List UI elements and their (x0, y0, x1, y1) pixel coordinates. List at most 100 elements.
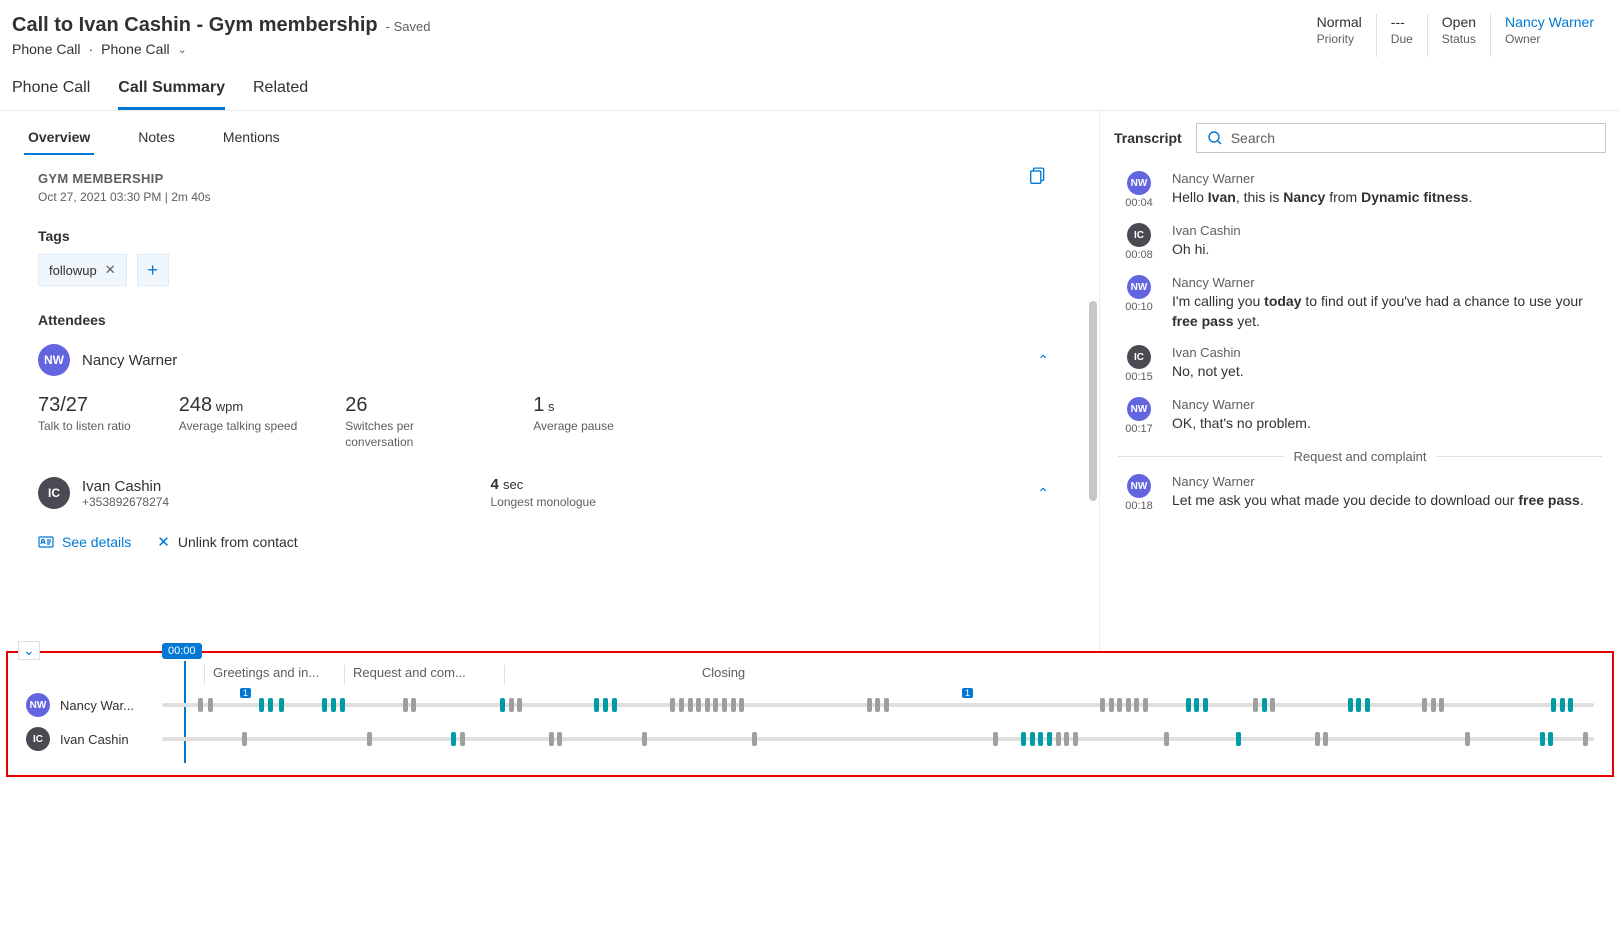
timeline-tick (688, 698, 693, 712)
message-text: Oh hi. (1172, 240, 1602, 260)
timeline-tick (198, 698, 203, 712)
transcript-message[interactable]: IC 00:15 Ivan Cashin No, not yet. (1118, 345, 1602, 383)
timeline-tick (1186, 698, 1191, 712)
transcript-message[interactable]: IC 00:08 Ivan Cashin Oh hi. (1118, 223, 1602, 261)
chevron-up-icon[interactable]: ⌃ (1037, 352, 1049, 369)
playhead-time: 00:00 (162, 643, 202, 659)
avatar: NW (1127, 397, 1151, 421)
see-details-link[interactable]: See details (38, 533, 131, 551)
timeline-tick (713, 698, 718, 712)
message-text: Hello Ivan, this is Nancy from Dynamic f… (1172, 188, 1602, 208)
timeline-tick (1465, 732, 1470, 746)
tab-call-summary[interactable]: Call Summary (118, 79, 225, 110)
timeline-tick (1030, 732, 1035, 746)
timeline-speaker: Ivan Cashin (60, 732, 152, 747)
timeline-row: IC Ivan Cashin (26, 727, 1594, 751)
speaker-name: Nancy Warner (1172, 474, 1602, 489)
timeline-tick (731, 698, 736, 712)
timeline-tick (867, 698, 872, 712)
timeline-tick (517, 698, 522, 712)
segment-labels: Greetings and in...Request and com...Clo… (204, 665, 1594, 685)
timestamp: 00:18 (1125, 500, 1153, 512)
timeline-tick (500, 698, 505, 712)
search-input[interactable]: Search (1196, 123, 1606, 153)
transcript-label: Transcript (1114, 130, 1182, 146)
message-text: Let me ask you what made you decide to d… (1172, 491, 1602, 511)
transcript-message[interactable]: NW 00:18 Nancy Warner Let me ask you wha… (1118, 474, 1602, 512)
chevron-down-icon[interactable]: ⌄ (18, 641, 40, 660)
timeline-tick (451, 732, 456, 746)
speaker-name: Nancy Warner (1172, 397, 1602, 412)
timeline-track[interactable]: 11 (162, 696, 1594, 714)
header-meta-status: OpenStatus (1427, 14, 1490, 57)
timeline-tick (1164, 732, 1169, 746)
attendee-phone: +353892678274 (82, 495, 169, 509)
unlink-contact-link[interactable]: ✕ Unlink from contact (157, 533, 297, 551)
speaker-name: Nancy Warner (1172, 275, 1602, 290)
call-datetime: Oct 27, 2021 03:30 PM | 2m 40s (38, 190, 1061, 204)
stat: 248 wpmAverage talking speed (179, 394, 298, 450)
chevron-up-icon[interactable]: ⌃ (1037, 485, 1049, 502)
saved-indicator: - Saved (386, 19, 431, 34)
segment-label: Closing (504, 665, 934, 685)
avatar: NW (1127, 474, 1151, 498)
tags-label: Tags (38, 228, 1061, 244)
stat: 73/27 Talk to listen ratio (38, 394, 131, 450)
avatar: NW (26, 693, 50, 717)
transcript-message[interactable]: NW 00:17 Nancy Warner OK, that's no prob… (1118, 397, 1602, 435)
playback-timeline: ⌄ 00:00 Greetings and in...Request and c… (6, 651, 1614, 777)
timeline-tick (1365, 698, 1370, 712)
timeline-tick (1253, 698, 1258, 712)
timeline-tick (612, 698, 617, 712)
message-text: No, not yet. (1172, 362, 1602, 382)
transcript-message[interactable]: NW 00:04 Nancy Warner Hello Ivan, this i… (1118, 171, 1602, 209)
stat: 1 sAverage pause (533, 394, 614, 450)
subtab-mentions[interactable]: Mentions (219, 121, 284, 155)
timeline-tick (1323, 732, 1328, 746)
timeline-tick (752, 732, 757, 746)
attendee-actions: See details ✕ Unlink from contact (38, 533, 1061, 551)
timeline-tick (705, 698, 710, 712)
timeline-tick (1356, 698, 1361, 712)
timeline-tick (1021, 732, 1026, 746)
timeline-marker[interactable]: 1 (962, 688, 973, 698)
timeline-tick (679, 698, 684, 712)
attendee-name: Nancy Warner (82, 352, 177, 369)
timeline-tick (279, 698, 284, 712)
speaker-name: Ivan Cashin (1172, 345, 1602, 360)
tags-row: followup✕ + (38, 254, 1061, 286)
timeline-tick (1056, 732, 1061, 746)
timeline-tick (367, 732, 372, 746)
breadcrumb[interactable]: Phone Call · Phone Call ⌄ (12, 41, 430, 57)
timeline-tick (1551, 698, 1556, 712)
timeline-tick (1064, 732, 1069, 746)
transcript-panel: Transcript Search NW 00:04 Nancy Warner … (1100, 111, 1620, 651)
tab-phone-call[interactable]: Phone Call (12, 79, 90, 110)
attendee-nancy: NW Nancy Warner ⌃ 73/27 Talk to listen r… (38, 344, 1061, 450)
header-meta: NormalPriority---DueOpenStatusNancy Warn… (1303, 14, 1608, 57)
chevron-down-icon[interactable]: ⌄ (178, 43, 187, 56)
attendee-ivan: IC Ivan Cashin +353892678274 4 sec Longe… (38, 476, 1061, 511)
subtab-notes[interactable]: Notes (134, 121, 179, 155)
timeline-tick (1117, 698, 1122, 712)
header-meta-due: ---Due (1376, 14, 1427, 57)
timeline-tick (1100, 698, 1105, 712)
copy-icon[interactable] (1029, 167, 1047, 185)
header-left: Call to Ivan Cashin - Gym membership - S… (12, 14, 430, 57)
timeline-tick (411, 698, 416, 712)
timeline-tick (1540, 732, 1545, 746)
transcript-message[interactable]: NW 00:10 Nancy Warner I'm calling you to… (1118, 275, 1602, 331)
header-meta-owner[interactable]: Nancy WarnerOwner (1490, 14, 1608, 57)
timeline-marker[interactable]: 1 (240, 688, 251, 698)
tab-related[interactable]: Related (253, 79, 308, 110)
timeline-tick (1315, 732, 1320, 746)
subtab-overview[interactable]: Overview (24, 121, 94, 155)
add-tag-button[interactable]: + (137, 254, 169, 286)
timeline-track[interactable] (162, 730, 1594, 748)
remove-tag-icon[interactable]: ✕ (105, 262, 116, 278)
message-text: I'm calling you today to find out if you… (1172, 292, 1602, 331)
tag-followup[interactable]: followup✕ (38, 254, 127, 286)
scrollbar-thumb[interactable] (1089, 301, 1097, 501)
timeline-tick (268, 698, 273, 712)
timeline-tick (642, 732, 647, 746)
